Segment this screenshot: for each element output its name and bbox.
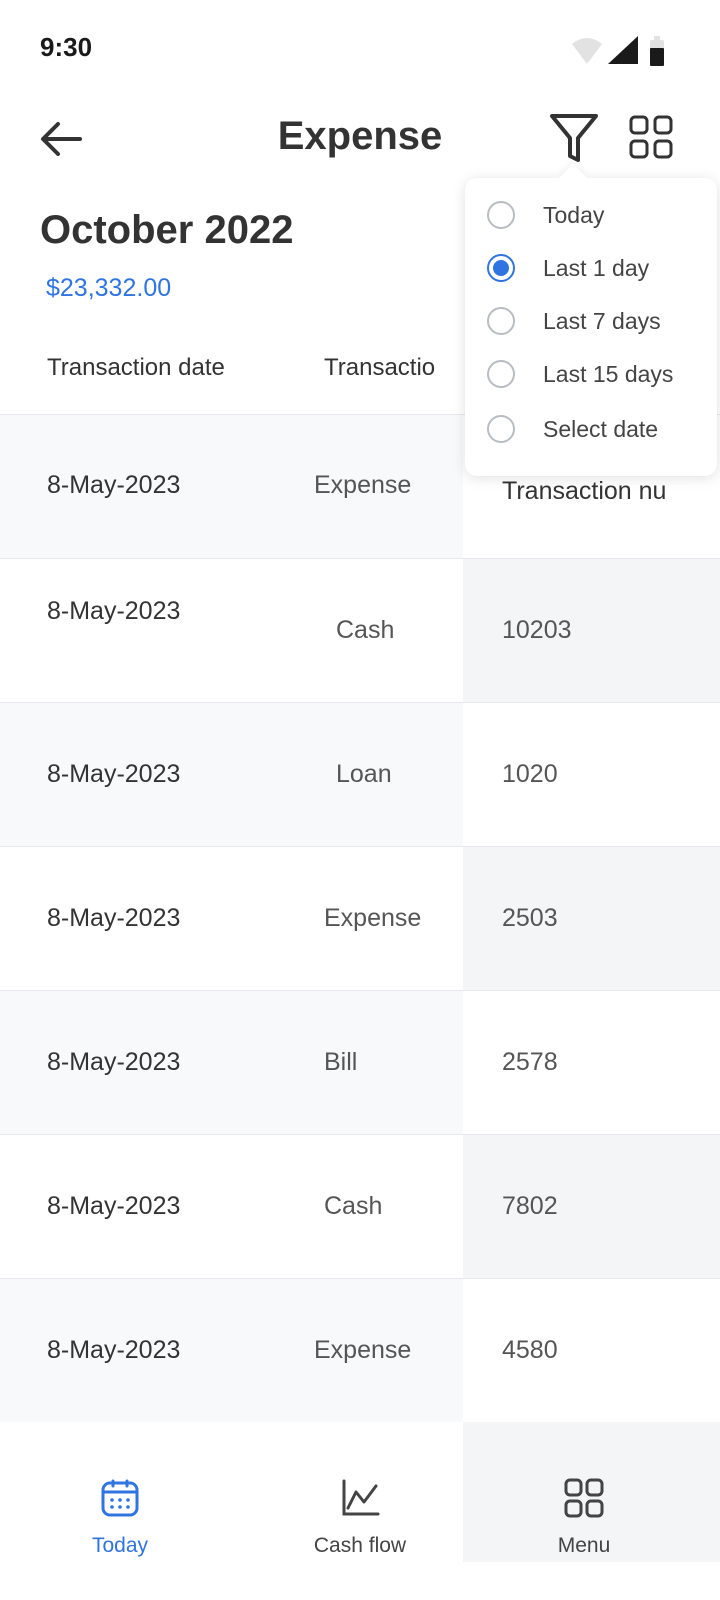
nav-label: Today [91,1534,149,1557]
nav-label: Menu [557,1534,611,1557]
cell-date: 8-May-2023 [47,760,181,788]
filter-icon[interactable] [548,110,600,166]
grid-icon [564,1478,604,1518]
radio-button[interactable] [487,307,515,335]
filter-dropdown: Today Last 1 day Last 7 days Last 15 day… [465,163,717,476]
status-time: 9:30 [40,32,93,62]
filter-option-today[interactable]: Today [487,196,717,236]
option-label: Last 1 day [543,255,650,281]
radio-button[interactable] [487,360,515,388]
table-row[interactable]: 8-May-2023 Cash 7802 [0,1135,720,1279]
table-row[interactable]: 8-May-2023 Cash 10203 [0,559,720,703]
radio-button[interactable] [487,415,515,443]
wifi-icon [572,38,602,64]
cell-number: 4580 [502,1336,558,1364]
filter-option-last-1-day[interactable]: Last 1 day [487,249,717,289]
cell-type: Expense [314,471,412,499]
cell-date: 8-May-2023 [47,471,181,499]
cell-type: Cash [336,616,395,644]
cell-date: 8-May-2023 [47,1048,181,1076]
radio-button-selected[interactable] [487,254,515,282]
option-label: Select date [543,416,659,442]
header-transaction-date[interactable]: Transaction date [47,354,225,382]
cell-type: Expense [324,904,422,932]
cell-type: Bill [324,1048,358,1076]
filter-option-select-date[interactable]: Select date [487,410,717,450]
filter-option-last-7-days[interactable]: Last 7 days [487,302,717,342]
cell-type: Loan [336,760,392,788]
option-label: Today [543,202,605,228]
cell-number: 10203 [502,616,572,644]
grid-view-icon[interactable] [628,114,674,160]
cell-type: Expense [314,1336,412,1364]
cell-date: 8-May-2023 [47,1192,181,1220]
cell-date: 8-May-2023 [47,597,181,625]
total-amount: $23,332.00 [46,274,172,302]
cell-number: 2503 [502,904,558,932]
table-row[interactable]: 8-May-2023 Expense 2503 [0,847,720,991]
chart-line-icon [342,1479,380,1516]
table-row[interactable]: 8-May-2023 Loan 1020 [0,703,720,847]
cell-number: 1020 [502,760,558,788]
status-bar: 9:30 [0,0,720,100]
month-title: October 2022 [40,208,294,252]
app-bar: Expense [0,100,720,180]
nav-menu[interactable]: Menu [504,1422,664,1562]
nav-cash-flow[interactable]: Cash flow [280,1422,440,1562]
table-row[interactable]: 8-May-2023 Expense 4580 [0,1279,720,1423]
header-transaction-number: Transaction nu [502,477,667,505]
nav-label: Cash flow [313,1534,407,1557]
cell-date: 8-May-2023 [47,904,181,932]
filter-option-last-15-days[interactable]: Last 15 days [487,355,717,395]
option-label: Last 15 days [543,361,674,387]
signal-icon [608,36,638,64]
cell-number: 7802 [502,1192,558,1220]
cell-number: 2578 [502,1048,558,1076]
page-title: Expense [277,114,443,158]
transactions-table: Transaction date Transactio 8-May-2023 E… [0,330,720,1423]
option-label: Last 7 days [543,308,661,334]
cell-date: 8-May-2023 [47,1336,181,1364]
cell-type: Cash [324,1192,383,1220]
header-transaction-type[interactable]: Transactio [324,354,435,382]
status-icons [572,36,664,66]
nav-today[interactable]: Today [40,1422,200,1562]
table-row[interactable]: 8-May-2023 Bill 2578 [0,991,720,1135]
calendar-icon [101,1479,139,1517]
radio-button[interactable] [487,201,515,229]
bottom-nav: Today Cash flow Menu [0,1422,720,1600]
